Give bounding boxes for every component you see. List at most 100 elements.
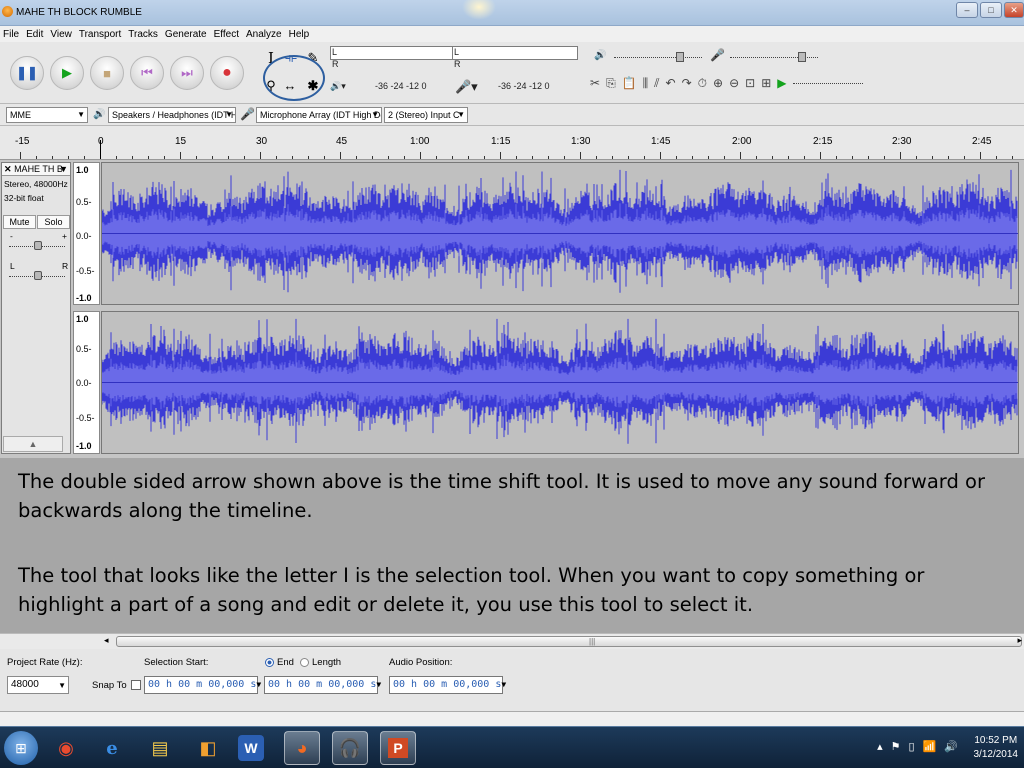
menu-view[interactable]: View (50, 29, 72, 40)
selection-start-time[interactable]: 00 h 00 m 00,000 s▼ (144, 676, 261, 694)
menu-file[interactable]: File (3, 29, 19, 40)
network-signal-icon[interactable]: 📶 (923, 740, 937, 753)
audacity-taskbar-icon[interactable]: 🎧 (332, 731, 368, 765)
word-icon[interactable]: W (238, 735, 264, 761)
menu-edit[interactable]: Edit (26, 29, 43, 40)
track-name-menu[interactable]: ✕ MAHE TH B ▼ (2, 163, 70, 176)
menu-transport[interactable]: Transport (79, 29, 121, 40)
silence-icon[interactable]: ⫽ (654, 76, 659, 91)
ruler-label: 45 (336, 136, 348, 147)
gain-slider-knob[interactable] (34, 241, 42, 250)
waveform-left-channel[interactable] (101, 162, 1019, 305)
pause-button[interactable]: ❚❚ (10, 56, 44, 90)
caption-panel: The double sided arrow shown above is th… (0, 458, 1024, 633)
copy-icon[interactable]: ⎘ (606, 76, 616, 91)
close-button[interactable]: ✕ (1004, 2, 1024, 18)
sync-lock-icon[interactable]: ⏱ (698, 76, 707, 91)
chrome-icon[interactable]: ◉ (48, 731, 84, 765)
trim-icon[interactable]: ⫼ (643, 76, 649, 91)
ruler-label: 1:15 (491, 136, 511, 147)
scale-label: -1.0 (76, 293, 92, 303)
audacity-icon (2, 6, 13, 17)
volume-icon[interactable]: 🔊 (944, 740, 958, 753)
undo-icon[interactable]: ↶ (666, 76, 676, 90)
output-volume-knob[interactable] (676, 52, 684, 62)
play-button[interactable]: ▶ (50, 56, 84, 90)
minimize-button[interactable]: – (956, 2, 978, 18)
channels-value: 2 (Stereo) Input C (388, 110, 460, 120)
channels-select[interactable]: 2 (Stereo) Input C ▼ (384, 107, 468, 123)
menu-tracks[interactable]: Tracks (128, 29, 158, 40)
skip-to-end-button[interactable]: ⏭ (170, 56, 204, 90)
media-player-icon[interactable]: ◧ (190, 731, 226, 765)
audio-position-value: 00 h 00 m 00,000 s (393, 679, 502, 690)
start-button-icon[interactable]: ⊞ (4, 731, 38, 765)
playback-scale: -36 -24 -12 0 (375, 81, 427, 91)
menu-generate[interactable]: Generate (165, 29, 207, 40)
waveform-left-svg (101, 163, 1018, 304)
ruler-tick (500, 152, 501, 159)
caption-paragraph-timeshift: The double sided arrow shown above is th… (18, 470, 985, 522)
menu-help[interactable]: Help (289, 29, 310, 40)
end-radio[interactable] (265, 658, 274, 667)
length-radio[interactable] (300, 658, 309, 667)
input-device-select[interactable]: Microphone Array (IDT High De ▼ (256, 107, 382, 123)
ruler-tick (36, 156, 37, 159)
scrollbar-thumb[interactable]: ||| (116, 636, 1022, 647)
internet-explorer-icon[interactable]: e (94, 731, 130, 765)
skip-to-start-button[interactable]: ⏮ (130, 56, 164, 90)
zoom-in-icon[interactable]: ⊕ (713, 76, 723, 90)
ruler-tick (852, 156, 853, 159)
paste-icon[interactable]: 📋 (622, 76, 637, 90)
show-hidden-icons-icon[interactable]: ▴ (877, 740, 883, 753)
pan-slider-knob[interactable] (34, 271, 42, 280)
maximize-button[interactable]: □ (980, 2, 1002, 18)
mute-button[interactable]: Mute (3, 215, 36, 229)
system-clock[interactable]: 10:52 PM 3/12/2014 (974, 734, 1019, 762)
selection-end-time[interactable]: 00 h 00 m 00,000 s▼ (264, 676, 381, 694)
stop-button[interactable]: ■ (90, 56, 124, 90)
timeline-ruler[interactable]: -15 0 15 30 45 1:00 1:15 1:30 1:45 2:00 … (0, 126, 1024, 160)
microphone-icon[interactable]: 🎤▾ (455, 79, 478, 95)
file-explorer-icon[interactable]: ▤ (142, 731, 178, 765)
meter-l-label: L (332, 47, 338, 57)
redo-icon[interactable]: ↷ (682, 76, 692, 90)
zoom-out-icon[interactable]: ⊖ (729, 76, 739, 90)
meter-toolbar: L R L R 🔊▾ -36 -24 -12 0 🎤▾ -36 -24 -12 … (330, 46, 578, 100)
solo-button[interactable]: Solo (37, 215, 70, 229)
track-menu-arrow-icon[interactable]: ▼ (59, 163, 68, 175)
play-at-speed-icon[interactable]: ▶ (777, 76, 786, 90)
ruler-tick (228, 156, 229, 159)
fit-selection-icon[interactable]: ⊡ (745, 76, 755, 90)
play-speed-slider[interactable] (792, 82, 863, 84)
menu-analyze[interactable]: Analyze (246, 29, 282, 40)
track-close-icon[interactable]: ✕ (4, 164, 12, 174)
edit-toolbar: ✂ ⎘ 📋 ⫼ ⫽ ↶ ↷ ⏱ ⊕ ⊖ ⊡ ⊞ ▶ (590, 72, 990, 94)
ruler-label: 1:30 (571, 136, 591, 147)
ruler-tick (724, 156, 725, 159)
output-volume-slider[interactable] (614, 57, 702, 58)
title-bar: MAHE TH BLOCK RUMBLE – □ ✕ (0, 0, 1024, 26)
host-select[interactable]: MME ▼ (6, 107, 88, 123)
action-center-icon[interactable]: ⚑ (891, 740, 901, 753)
menu-effect[interactable]: Effect (214, 29, 239, 40)
collapse-track-button[interactable]: ▲ (3, 436, 63, 452)
record-button[interactable]: ● (210, 56, 244, 90)
input-volume-knob[interactable] (798, 52, 806, 62)
waveform-right-channel[interactable] (101, 311, 1019, 454)
ruler-tick (148, 156, 149, 159)
snap-to-checkbox[interactable] (131, 680, 141, 690)
horizontal-scrollbar[interactable]: ◂ ||| ▸ (0, 633, 1024, 649)
output-device-select[interactable]: Speakers / Headphones (IDT H ▼ (108, 107, 236, 123)
fit-project-icon[interactable]: ⊞ (761, 76, 771, 90)
scroll-left-icon[interactable]: ◂ (104, 635, 109, 646)
ruler-tick (484, 156, 485, 159)
project-rate-select[interactable]: 48000 ▼ (7, 676, 69, 694)
battery-icon[interactable]: ▯ (909, 740, 915, 753)
cut-icon[interactable]: ✂ (590, 76, 600, 90)
firefox-icon[interactable]: ◕ (284, 731, 320, 765)
powerpoint-icon[interactable]: P (380, 731, 416, 765)
snap-to-label: Snap To (92, 680, 127, 691)
audio-position-time[interactable]: 00 h 00 m 00,000 s▼ (389, 676, 506, 694)
scroll-right-icon[interactable]: ▸ (1017, 635, 1022, 646)
